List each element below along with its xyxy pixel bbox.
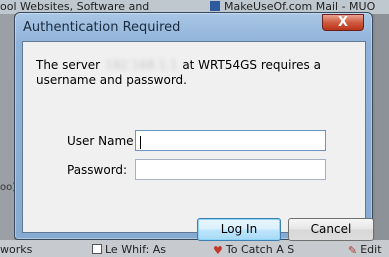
username-label: User Name:: [67, 134, 138, 148]
bookmark-label: works: [0, 243, 33, 256]
dialog-title: Authentication Required: [23, 20, 181, 35]
auth-message: The server 192.168.1.1 at WRT54GS requir…: [36, 58, 356, 88]
bookmark-item[interactable]: Le Whif: As: [92, 243, 166, 256]
pencil-icon: ✎: [348, 244, 358, 257]
redacted-server-address: 192.168.1.1: [104, 58, 178, 72]
background-panel-right: [375, 14, 389, 240]
close-icon: X: [337, 15, 349, 30]
background-panel-left: [0, 14, 14, 240]
authentication-dialog: Authentication Required X The server 192…: [14, 12, 374, 241]
password-label: Password:: [67, 163, 128, 177]
text-caret: [140, 136, 141, 149]
bookmark-label: Le Whif: As: [105, 243, 167, 256]
cancel-button-label: Cancel: [310, 222, 352, 236]
page-icon: [92, 244, 102, 254]
dialog-body: The server 192.168.1.1 at WRT54GS requir…: [22, 41, 374, 241]
background-bookmarks-bar: works Le Whif: As ♥ To Catch A S ✎ Edit: [0, 240, 389, 257]
cancel-button[interactable]: Cancel: [288, 218, 374, 241]
bookmark-item[interactable]: ♥ To Catch A S: [213, 243, 295, 257]
username-input[interactable]: [135, 130, 326, 151]
close-button[interactable]: X: [322, 14, 364, 31]
dialog-titlebar[interactable]: Authentication Required X: [15, 13, 372, 39]
password-input[interactable]: [135, 159, 326, 180]
message-prefix: The server: [36, 58, 101, 72]
bookmark-item[interactable]: ✎ Edit: [348, 243, 382, 257]
bookmark-item[interactable]: works: [0, 243, 32, 256]
bookmark-label: To Catch A S: [225, 243, 295, 256]
bookmark-label: Edit: [360, 243, 382, 256]
login-button[interactable]: Log In: [197, 218, 281, 241]
heart-icon: ♥: [213, 244, 223, 257]
login-button-label: Log In: [220, 222, 258, 236]
mail-icon: [210, 1, 220, 11]
